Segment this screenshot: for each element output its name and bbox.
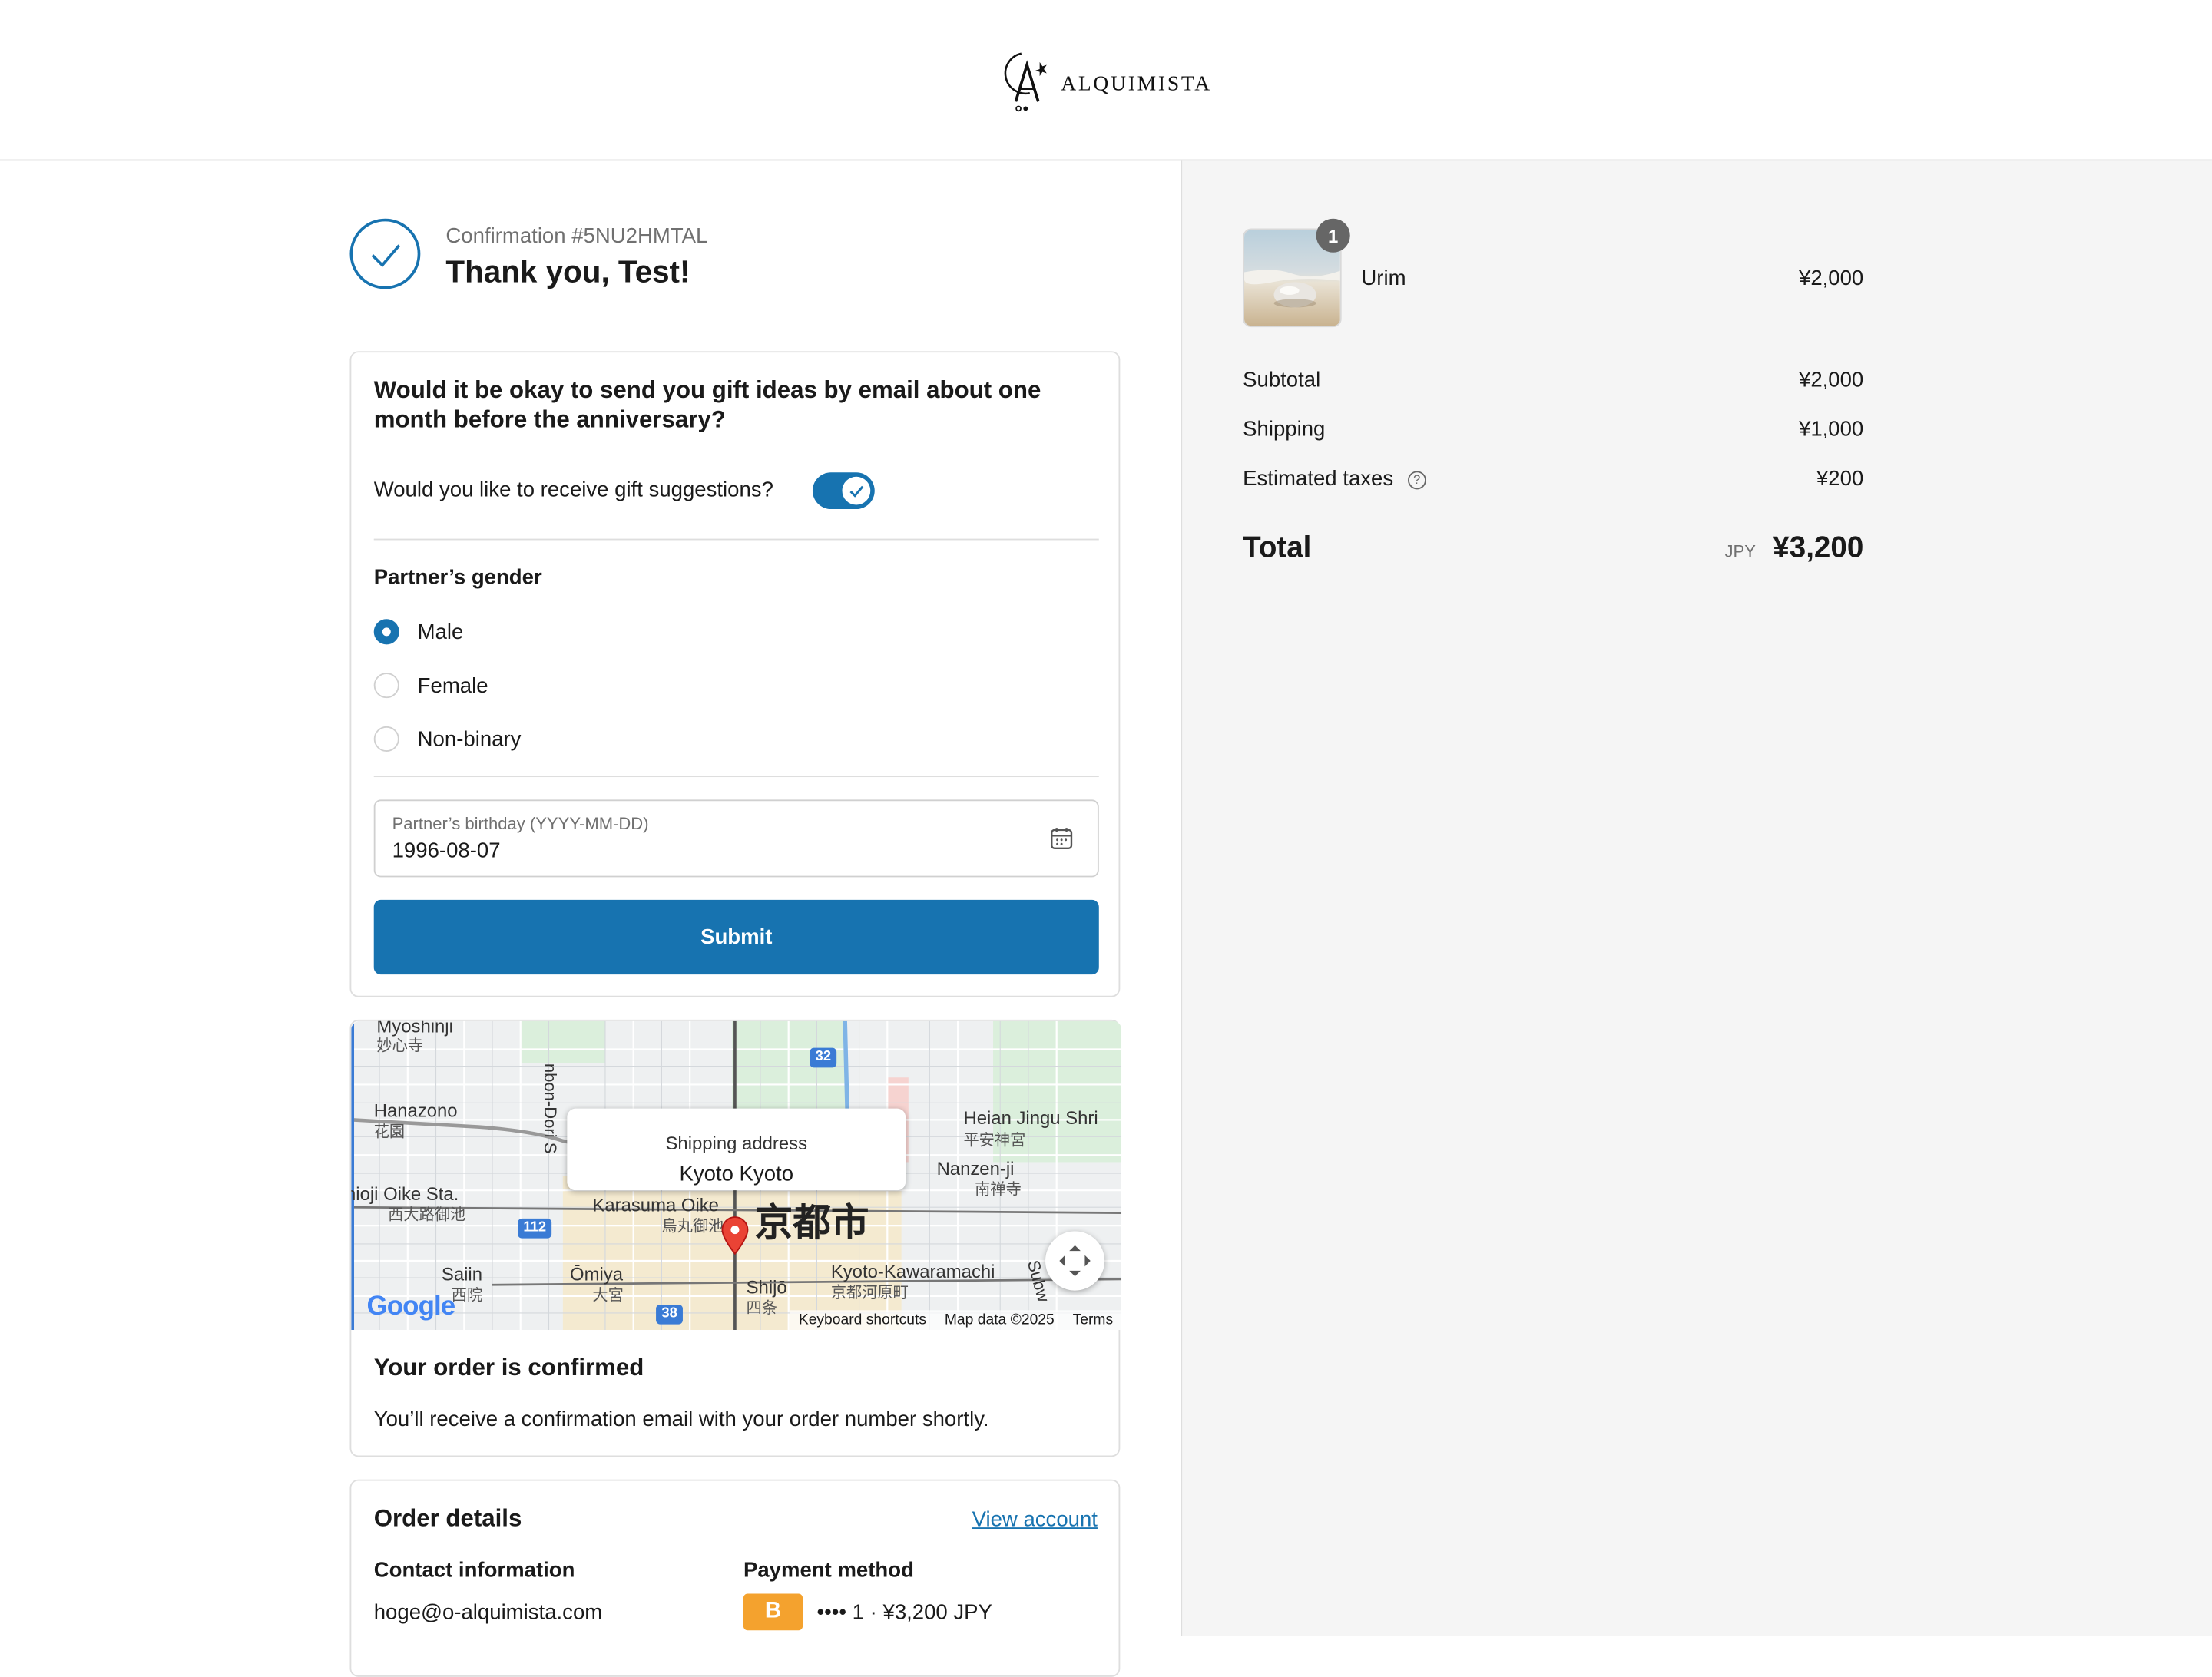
divider [373,538,1099,541]
map-label: Nanzen-ji [936,1157,1015,1179]
map-label: Kyoto-Kawaramachi [830,1261,995,1282]
map-label: 京都河原町 [830,1285,909,1302]
divider [373,776,1099,778]
product-name: Urim [1361,266,1406,291]
submit-button[interactable]: Submit [373,899,1099,975]
payment-details: •••• 1 · ¥3,200 JPY [816,1600,992,1625]
road-badge: 112 [518,1218,552,1239]
birthday-field[interactable]: Partner’s birthday (YYYY-MM-DD) 1996-08-… [373,799,1099,878]
order-confirmed-title: Your order is confirmed [373,1354,644,1381]
shipping-map[interactable]: Myoshinji 妙心寺 Hanazono 花園 nioji Oike Sta… [351,1020,1122,1331]
toggle-label: Would you like to receive gift suggestio… [373,478,773,502]
subtotal-row: Subtotal ¥2,000 [1243,368,1863,392]
map-label: 烏丸御池 [661,1218,724,1235]
thank-you-heading: Thank you, Test! [445,253,690,289]
view-account-link[interactable]: View account [972,1507,1098,1531]
map-label: 南禅寺 [975,1182,1022,1199]
map-label: Saiin [441,1263,483,1285]
map-popup: Shipping address Kyoto Kyoto [567,1108,906,1191]
confirmation-number: Confirmation #5NU2HMTAL [445,224,708,249]
birthday-value: 1996-08-07 [392,838,501,864]
shipping-value: ¥1,000 [1798,417,1864,442]
map-label: 平安神宮 [963,1132,1026,1149]
map-label: 妙心寺 [376,1037,424,1055]
google-logo-text: Google [366,1292,456,1321]
map-label: nioji Oike Sta. [351,1182,459,1205]
order-confirmed-text: You’ll receive a confirmation email with… [373,1407,989,1432]
taxes-row: Estimated taxes ? ¥200 [1243,467,1863,491]
help-icon[interactable]: ? [1407,470,1426,489]
map-label: 西院 [451,1287,483,1305]
payment-method-heading: Payment method [743,1558,914,1583]
birthday-label: Partner’s birthday (YYYY-MM-DD) [392,813,649,834]
map-label: Karasuma Oike [592,1194,719,1216]
contact-info-heading: Contact information [373,1558,575,1583]
contact-email: hoge@o-alquimista.com [373,1600,603,1625]
check-circle-icon [349,218,421,289]
shipping-label: Shipping [1243,417,1326,442]
google-logo: Google [366,1292,456,1322]
map-label: Shijō [746,1276,787,1298]
product-price: ¥2,000 [1798,266,1864,291]
survey-question: Would it be okay to send you gift ideas … [373,376,1041,433]
map-label: 花園 [373,1123,406,1141]
gift-survey-card: Would it be okay to send you gift ideas … [349,351,1121,997]
taxes-value: ¥200 [1816,466,1864,491]
header: ALQUIMISTA [0,0,2212,161]
radio-label: Male [417,620,464,644]
calendar-icon[interactable] [1050,826,1074,850]
brand-logo[interactable]: ALQUIMISTA [996,45,1212,116]
road-badge: 32 [810,1047,837,1068]
radio-button[interactable] [373,726,399,752]
road-badge: 38 [656,1304,684,1325]
shipping-row: Shipping ¥1,000 [1243,418,1863,442]
keyboard-shortcuts-link[interactable]: Keyboard shortcuts [799,1312,926,1328]
map-fullscreen-button[interactable] [1045,1231,1105,1291]
subtotal-label: Subtotal [1243,368,1321,392]
gender-option-non-binary[interactable]: Non-binary [373,726,522,752]
gender-option-female[interactable]: Female [373,673,488,699]
map-label: 大宮 [592,1287,624,1305]
total-label: Total [1243,531,1312,564]
total-value: ¥3,200 [1773,531,1864,564]
map-label: 西大路御池 [388,1207,466,1225]
map-pin-icon[interactable] [720,1216,750,1255]
order-summary-panel: 1 Urim ¥2,000 Subtotal ¥2,000 Shipping ¥… [1181,160,2212,1636]
map-label-city: 京都市 [754,1201,869,1244]
brand-logo-icon [1004,52,1047,112]
map-label: Heian Jingu Shri [963,1106,1098,1129]
subtotal-value: ¥2,000 [1798,368,1864,392]
gender-title: Partner’s gender [373,565,542,590]
total-currency: JPY [1724,541,1756,562]
terms-link[interactable]: Terms [1073,1312,1114,1328]
order-details-card: Order details View account Contact infor… [349,1479,1121,1677]
payment-card-icon: B [743,1593,803,1631]
popup-value: Kyoto Kyoto [679,1162,794,1186]
check-icon [849,485,864,498]
radio-label: Non-binary [417,726,522,752]
map-label: Ōmiya [570,1263,624,1285]
order-details-title: Order details [373,1504,522,1532]
gift-suggestions-toggle[interactable] [812,472,875,510]
taxes-label: Estimated taxes [1243,466,1394,491]
popup-label: Shipping address [665,1132,808,1154]
map-label: nbon-Dori S [540,1063,561,1154]
total-row: Total JPY ¥3,200 [1243,531,1863,565]
map-label: 四条 [746,1300,778,1318]
map-attribution: Keyboard shortcuts Map data ©2025 Terms [790,1310,1122,1331]
map-label: Hanazono [373,1100,458,1122]
order-status-card: Myoshinji 妙心寺 Hanazono 花園 nioji Oike Sta… [349,1019,1122,1457]
expand-arrows-icon [1059,1245,1091,1277]
radio-button[interactable] [373,673,399,699]
radio-button[interactable] [373,619,399,645]
toggle-knob [842,476,871,505]
radio-label: Female [417,673,488,698]
gender-option-male[interactable]: Male [373,619,464,645]
brand-name: ALQUIMISTA [1061,72,1212,95]
quantity-badge: 1 [1316,218,1350,253]
map-data-label: Map data ©2025 [944,1312,1055,1329]
